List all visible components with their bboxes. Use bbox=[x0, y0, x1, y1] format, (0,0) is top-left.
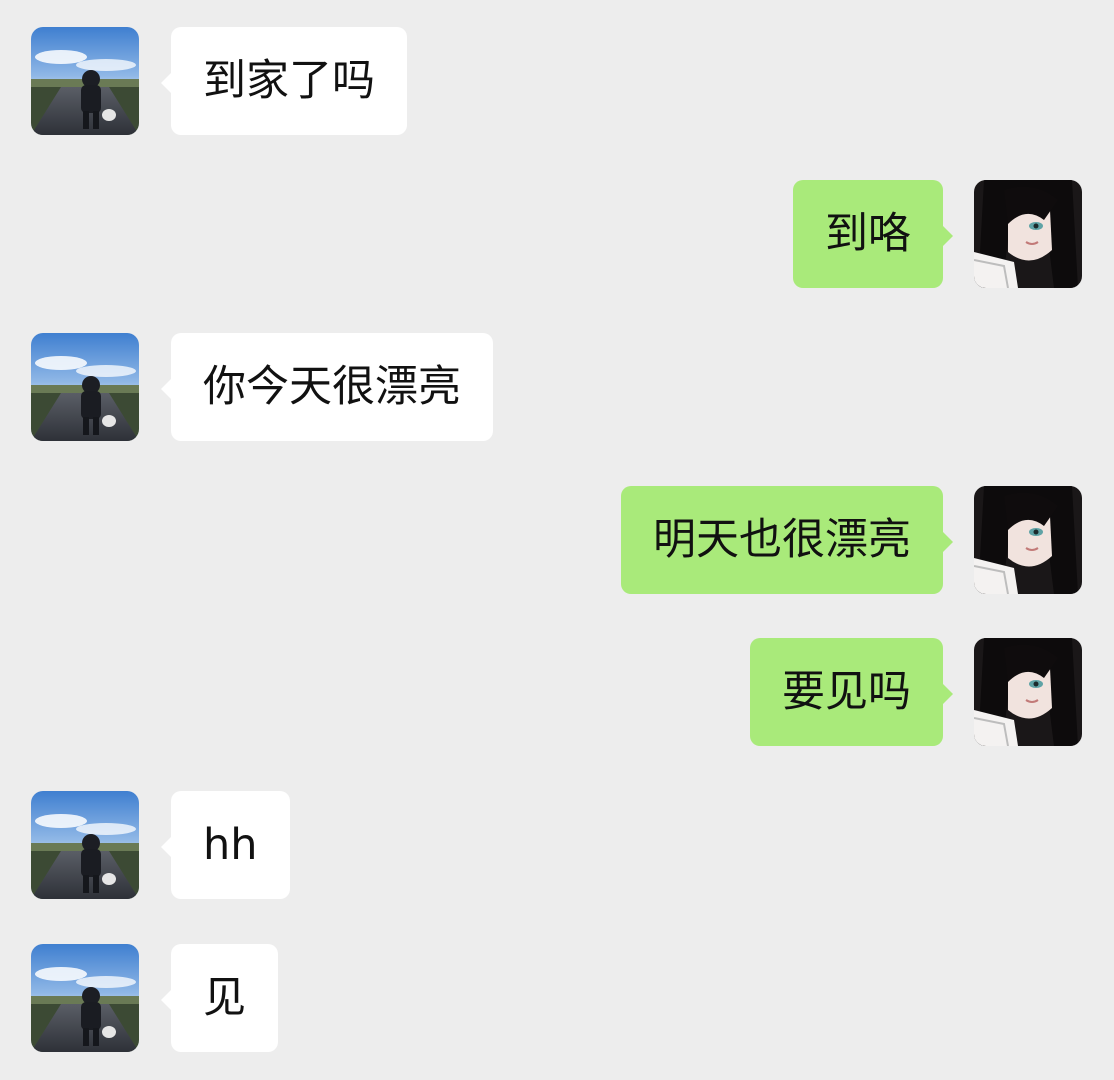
message-text: 要见吗 bbox=[782, 667, 911, 717]
bubble-tail bbox=[161, 379, 171, 399]
message-text: 到家了吗 bbox=[203, 56, 375, 106]
bubble-tail bbox=[943, 226, 953, 246]
road-walker-avatar-icon bbox=[31, 27, 139, 135]
anime-girl-avatar-icon bbox=[974, 180, 1082, 288]
chat-area: 到家了吗 到咯 你今天很漂亮 明天也很漂亮 要见吗 hh 见 bbox=[0, 0, 1114, 1080]
contact-avatar[interactable] bbox=[31, 333, 139, 441]
bubble-tail bbox=[161, 990, 171, 1010]
contact-avatar[interactable] bbox=[31, 27, 139, 135]
contact-avatar[interactable] bbox=[31, 791, 139, 899]
message-text: 见 bbox=[203, 973, 246, 1023]
contact-avatar[interactable] bbox=[31, 944, 139, 1052]
anime-girl-avatar-icon bbox=[974, 486, 1082, 594]
message-bubble[interactable]: hh bbox=[161, 791, 290, 899]
my-avatar[interactable] bbox=[974, 638, 1082, 746]
message-text: 到咯 bbox=[825, 209, 911, 259]
bubble-tail bbox=[943, 532, 953, 552]
my-avatar[interactable] bbox=[974, 486, 1082, 594]
road-walker-avatar-icon bbox=[31, 791, 139, 899]
message-bubble[interactable]: 见 bbox=[161, 944, 278, 1052]
message-text: 你今天很漂亮 bbox=[203, 362, 461, 412]
message-bubble[interactable]: 明天也很漂亮 bbox=[621, 486, 953, 594]
road-walker-avatar-icon bbox=[31, 333, 139, 441]
road-walker-avatar-icon bbox=[31, 944, 139, 1052]
bubble-tail bbox=[161, 837, 171, 857]
message-text: hh bbox=[203, 820, 258, 870]
message-bubble[interactable]: 到家了吗 bbox=[161, 27, 407, 135]
bubble-tail bbox=[161, 73, 171, 93]
message-bubble[interactable]: 到咯 bbox=[793, 180, 953, 288]
message-bubble[interactable]: 要见吗 bbox=[750, 638, 953, 746]
message-text: 明天也很漂亮 bbox=[653, 515, 911, 565]
message-bubble[interactable]: 你今天很漂亮 bbox=[161, 333, 493, 441]
bubble-tail bbox=[943, 684, 953, 704]
anime-girl-avatar-icon bbox=[974, 638, 1082, 746]
my-avatar[interactable] bbox=[974, 180, 1082, 288]
